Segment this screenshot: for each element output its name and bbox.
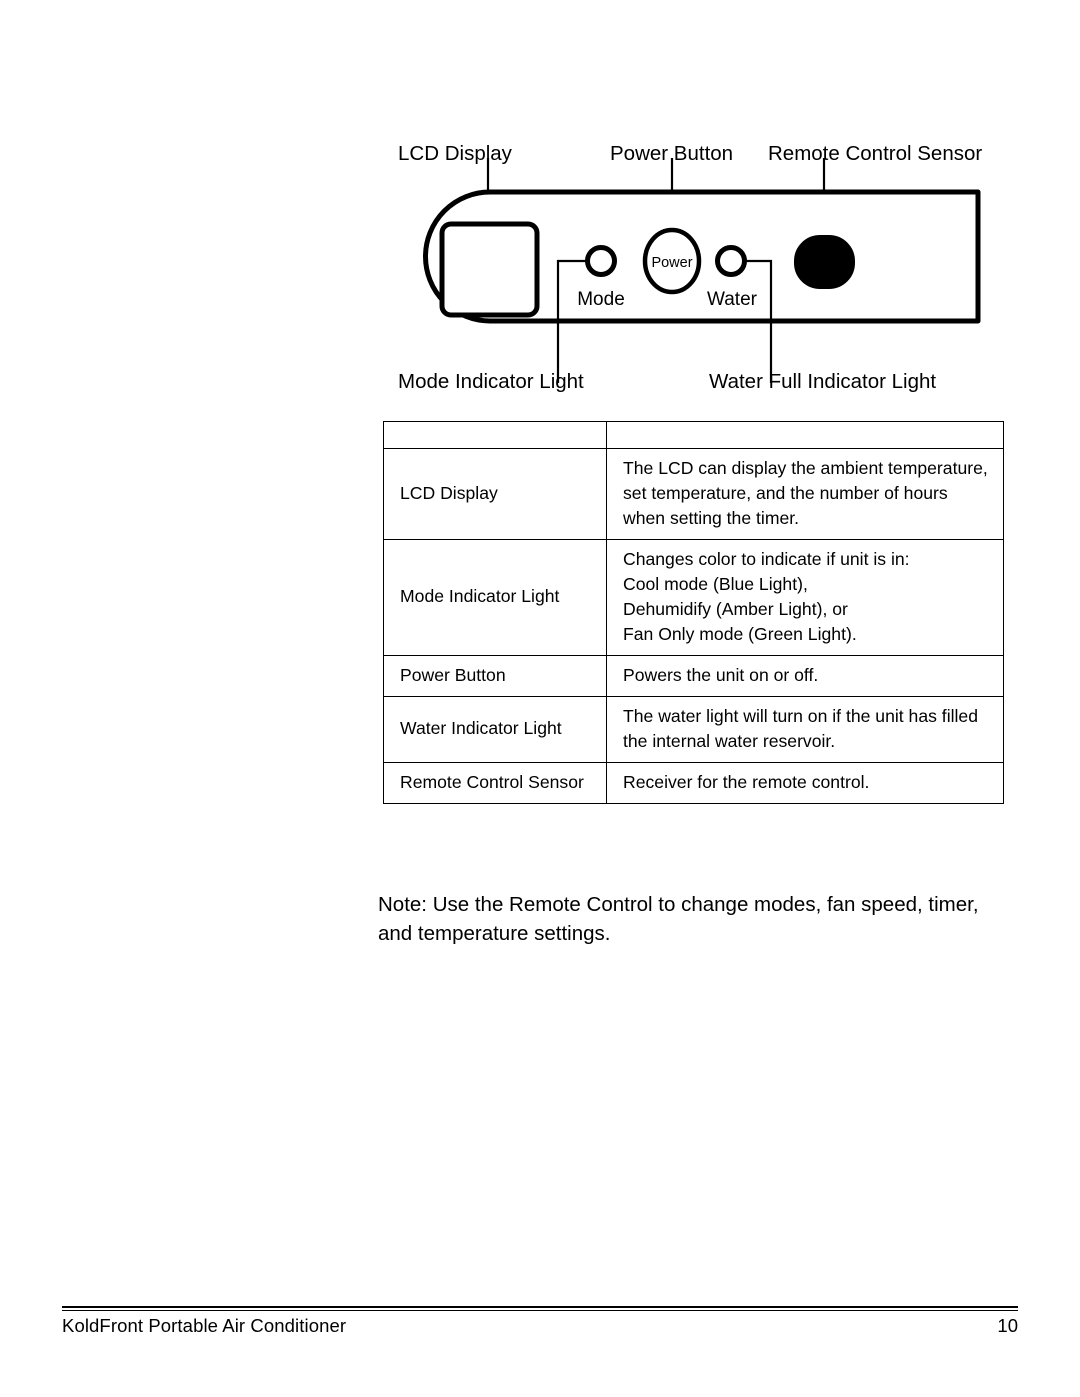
table-row: LCD Display The LCD can display the ambi… [383,448,1004,540]
mode-indicator-light [585,245,617,277]
mode-light-text: Mode [577,289,625,310]
document-page: Power Mode Water LCD Display Power Butto… [0,0,1080,1397]
water-indicator-light [715,245,747,277]
table-header-row [383,421,1004,449]
callout-label-remote-control-sensor: Remote Control Sensor [768,142,983,165]
footer-divider [62,1306,1018,1311]
table-cell-part: Remote Control Sensor [383,761,607,804]
callout-label-water-full-indicator-light: Water Full Indicator Light [709,370,937,393]
table-header-description [606,421,1004,449]
footer-page-number: 10 [997,1315,1018,1336]
table-header-part [383,421,607,449]
table-cell-description: Powers the unit on or off. [606,654,1004,697]
remote-control-sensor [794,235,855,289]
table-row: Power Button Powers the unit on or off. [383,654,1004,697]
note-paragraph: Note: Use the Remote Control to change m… [378,893,979,946]
table-row: Mode Indicator Light Changes color to in… [383,538,1004,656]
table-row: Remote Control Sensor Receiver for the r… [383,761,1004,804]
table-row: Water Indicator Light The water light wi… [383,695,1004,763]
lcd-screen [439,221,540,318]
table-cell-description: Receiver for the remote control. [606,761,1004,804]
callout-label-mode-indicator-light: Mode Indicator Light [398,370,584,393]
callout-label-lcd-display: LCD Display [398,142,512,165]
callout-label-power-button: Power Button [610,142,734,165]
table-cell-part: Water Indicator Light [383,695,607,763]
table-cell-part: LCD Display [383,448,607,540]
table-cell-description: The water light will turn on if the unit… [606,695,1004,763]
control-panel-diagram: Power Mode Water [380,128,1020,403]
table-cell-part: Mode Indicator Light [383,538,607,656]
table-cell-description: Changes color to indicate if unit is in:… [606,538,1004,656]
table-cell-description: The LCD can display the ambient temperat… [606,448,1004,540]
table-cell-part: Power Button [383,654,607,697]
control-panel-parts-table: LCD Display The LCD can display the ambi… [383,421,1004,804]
power-button-label: Power [651,255,692,271]
water-light-text: Water [707,289,758,310]
